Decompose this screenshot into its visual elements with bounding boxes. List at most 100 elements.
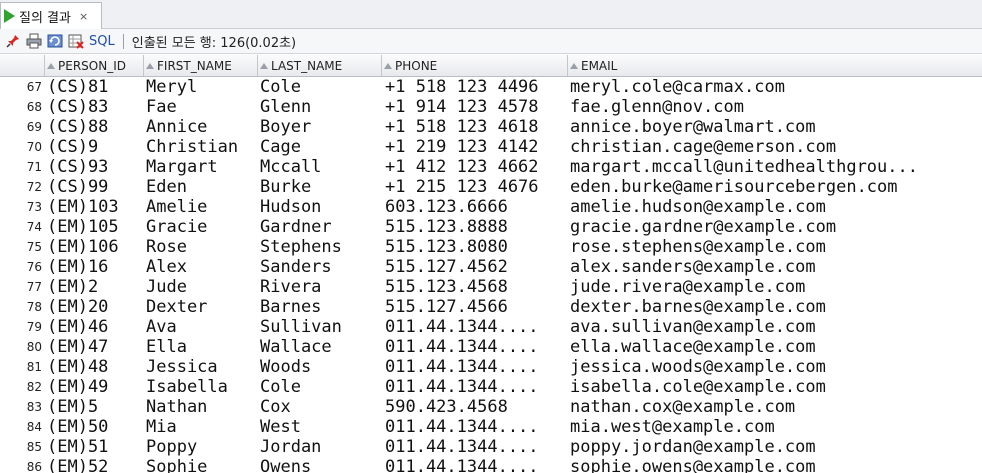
cell-person-id[interactable]: (EM)46 — [47, 317, 144, 337]
cell-first-name[interactable]: Rose — [146, 237, 257, 257]
table-row[interactable]: 73 (EM)103 Amelie Hudson 603.123.6666 amelie.… — [0, 197, 982, 217]
cell-first-name[interactable]: Fae — [146, 97, 257, 117]
cell-last-name[interactable]: West — [260, 417, 381, 437]
cell-phone[interactable]: +1 412 123 4662 — [385, 157, 566, 177]
cell-person-id[interactable]: (EM)5 — [47, 397, 144, 417]
cell-phone[interactable]: 515.123.4568 — [385, 277, 566, 297]
cell-first-name[interactable]: Ella — [146, 337, 257, 357]
cell-last-name[interactable]: Jordan — [260, 437, 381, 457]
close-icon[interactable]: × — [79, 10, 88, 23]
cell-phone[interactable]: 011.44.1344.... — [385, 337, 566, 357]
cell-person-id[interactable]: (EM)105 — [47, 217, 144, 237]
cell-email[interactable]: meryl.cole@carmax.com — [570, 77, 980, 97]
cell-first-name[interactable]: Amelie — [146, 197, 257, 217]
table-row[interactable]: 74 (EM)105 Gracie Gardner 515.123.8888 gracie… — [0, 217, 982, 237]
cell-phone[interactable]: 515.127.4562 — [385, 257, 566, 277]
cell-last-name[interactable]: Sullivan — [260, 317, 381, 337]
cell-last-name[interactable]: Glenn — [260, 97, 381, 117]
cell-phone[interactable]: 011.44.1344.... — [385, 377, 566, 397]
cell-phone[interactable]: 011.44.1344.... — [385, 317, 566, 337]
cell-person-id[interactable]: (EM)49 — [47, 377, 144, 397]
cell-first-name[interactable]: Mia — [146, 417, 257, 437]
cell-phone[interactable]: 515.127.4566 — [385, 297, 566, 317]
column-header-email[interactable]: EMAIL — [568, 55, 982, 76]
cell-person-id[interactable]: (EM)47 — [47, 337, 144, 357]
cell-last-name[interactable]: Cole — [260, 377, 381, 397]
sql-button[interactable]: SQL — [89, 34, 115, 49]
cell-first-name[interactable]: Jessica — [146, 357, 257, 377]
clear-grid-icon[interactable] — [68, 33, 84, 49]
cell-person-id[interactable]: (EM)20 — [47, 297, 144, 317]
table-row[interactable]: 70 (CS)9 Christian Cage +1 219 123 4142 chris… — [0, 137, 982, 157]
cell-first-name[interactable]: Isabella — [146, 377, 257, 397]
cell-email[interactable]: dexter.barnes@example.com — [570, 297, 980, 317]
cell-last-name[interactable]: Owens — [260, 457, 381, 473]
cell-phone[interactable]: +1 518 123 4618 — [385, 117, 566, 137]
cell-first-name[interactable]: Dexter — [146, 297, 257, 317]
table-row[interactable]: 85 (EM)51 Poppy Jordan 011.44.1344.... poppy.… — [0, 437, 982, 457]
cell-first-name[interactable]: Christian — [146, 137, 257, 157]
cell-person-id[interactable]: (EM)16 — [47, 257, 144, 277]
cell-person-id[interactable]: (EM)103 — [47, 197, 144, 217]
cell-email[interactable]: fae.glenn@nov.com — [570, 97, 980, 117]
column-header-person-id[interactable]: PERSON_ID — [45, 55, 144, 76]
cell-email[interactable]: sophie.owens@example.com — [570, 457, 980, 473]
table-row[interactable]: 86 (EM)52 Sophie Owens 011.44.1344.... sophie… — [0, 457, 982, 473]
cell-email[interactable]: gracie.gardner@example.com — [570, 217, 980, 237]
cell-email[interactable]: ava.sullivan@example.com — [570, 317, 980, 337]
cell-phone[interactable]: 603.123.6666 — [385, 197, 566, 217]
cell-last-name[interactable]: Stephens — [260, 237, 381, 257]
refresh-icon[interactable] — [47, 33, 63, 49]
cell-phone[interactable]: 011.44.1344.... — [385, 357, 566, 377]
cell-person-id[interactable]: (CS)83 — [47, 97, 144, 117]
cell-email[interactable]: margart.mccall@unitedhealthgrou... — [570, 157, 980, 177]
cell-first-name[interactable]: Meryl — [146, 77, 257, 97]
cell-phone[interactable]: +1 215 123 4676 — [385, 177, 566, 197]
cell-phone[interactable]: 515.123.8888 — [385, 217, 566, 237]
table-row[interactable]: 67 (CS)81 Meryl Cole +1 518 123 4496 meryl.co… — [0, 77, 982, 97]
table-row[interactable]: 75 (EM)106 Rose Stephens 515.123.8080 rose.st… — [0, 237, 982, 257]
table-row[interactable]: 77 (EM)2 Jude Rivera 515.123.4568 jude.rivera… — [0, 277, 982, 297]
cell-first-name[interactable]: Jude — [146, 277, 257, 297]
cell-first-name[interactable]: Sophie — [146, 457, 257, 473]
cell-email[interactable]: rose.stephens@example.com — [570, 237, 980, 257]
table-row[interactable]: 80 (EM)47 Ella Wallace 011.44.1344.... ella.w… — [0, 337, 982, 357]
table-row[interactable]: 82 (EM)49 Isabella Cole 011.44.1344.... isabe… — [0, 377, 982, 397]
cell-person-id[interactable]: (EM)106 — [47, 237, 144, 257]
cell-person-id[interactable]: (CS)99 — [47, 177, 144, 197]
cell-person-id[interactable]: (CS)9 — [47, 137, 144, 157]
cell-last-name[interactable]: Sanders — [260, 257, 381, 277]
table-row[interactable]: 79 (EM)46 Ava Sullivan 011.44.1344.... ava.su… — [0, 317, 982, 337]
cell-email[interactable]: ella.wallace@example.com — [570, 337, 980, 357]
column-header-first-name[interactable]: FIRST_NAME — [144, 55, 258, 76]
cell-person-id[interactable]: (CS)88 — [47, 117, 144, 137]
cell-person-id[interactable]: (EM)2 — [47, 277, 144, 297]
cell-last-name[interactable]: Burke — [260, 177, 381, 197]
cell-phone[interactable]: +1 914 123 4578 — [385, 97, 566, 117]
cell-last-name[interactable]: Hudson — [260, 197, 381, 217]
cell-first-name[interactable]: Margart — [146, 157, 257, 177]
cell-email[interactable]: poppy.jordan@example.com — [570, 437, 980, 457]
cell-email[interactable]: amelie.hudson@example.com — [570, 197, 980, 217]
cell-phone[interactable]: 011.44.1344.... — [385, 417, 566, 437]
cell-email[interactable]: nathan.cox@example.com — [570, 397, 980, 417]
cell-phone[interactable]: 515.123.8080 — [385, 237, 566, 257]
cell-person-id[interactable]: (EM)52 — [47, 457, 144, 473]
table-row[interactable]: 84 (EM)50 Mia West 011.44.1344.... mia.west@e… — [0, 417, 982, 437]
column-header-phone[interactable]: PHONE — [382, 55, 568, 76]
cell-last-name[interactable]: Woods — [260, 357, 381, 377]
cell-person-id[interactable]: (EM)51 — [47, 437, 144, 457]
cell-email[interactable]: jessica.woods@example.com — [570, 357, 980, 377]
table-row[interactable]: 81 (EM)48 Jessica Woods 011.44.1344.... jessi… — [0, 357, 982, 377]
table-row[interactable]: 76 (EM)16 Alex Sanders 515.127.4562 alex.sand… — [0, 257, 982, 277]
cell-email[interactable]: jude.rivera@example.com — [570, 277, 980, 297]
pin-icon[interactable] — [5, 33, 21, 49]
cell-email[interactable]: alex.sanders@example.com — [570, 257, 980, 277]
cell-email[interactable]: christian.cage@emerson.com — [570, 137, 980, 157]
cell-last-name[interactable]: Rivera — [260, 277, 381, 297]
cell-person-id[interactable]: (CS)93 — [47, 157, 144, 177]
cell-phone[interactable]: +1 518 123 4496 — [385, 77, 566, 97]
cell-first-name[interactable]: Alex — [146, 257, 257, 277]
cell-first-name[interactable]: Eden — [146, 177, 257, 197]
cell-first-name[interactable]: Poppy — [146, 437, 257, 457]
